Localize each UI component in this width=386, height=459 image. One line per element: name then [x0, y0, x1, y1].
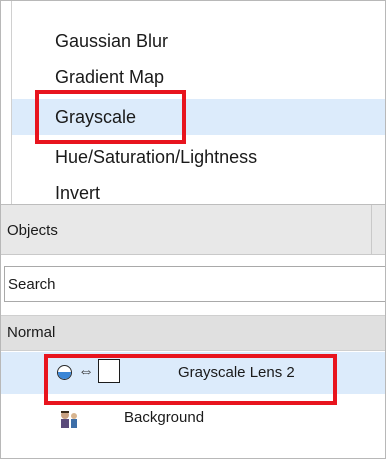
- search-input[interactable]: [4, 266, 385, 302]
- layer-name: Background: [124, 409, 205, 426]
- filter-item-hue-saturation-lightness[interactable]: Hue/Saturation/Lightness: [12, 139, 385, 175]
- app-window: Gaussian Blur Gradient Map Grayscale Hue…: [0, 0, 386, 459]
- objects-panel-header[interactable]: Objects: [1, 204, 385, 256]
- blend-mode-bar[interactable]: Normal: [1, 315, 385, 351]
- layer-row-grayscale-lens[interactable]: ⇔ Grayscale Lens 2: [1, 352, 385, 394]
- layer-row-background[interactable]: Background: [1, 398, 385, 440]
- filter-item-gradient-map[interactable]: Gradient Map: [12, 59, 385, 95]
- image-thumbnail: [58, 408, 80, 430]
- visibility-icon[interactable]: [57, 365, 72, 380]
- list-gutter: [1, 1, 12, 206]
- link-icon[interactable]: ⇔: [77, 362, 95, 382]
- header-divider: [371, 205, 372, 256]
- blend-mode-label: Normal: [7, 324, 56, 341]
- mask-thumbnail: [98, 359, 120, 383]
- search-area: [1, 255, 385, 315]
- filter-list: Gaussian Blur Gradient Map Grayscale Hue…: [1, 1, 385, 206]
- layer-name: Grayscale Lens 2: [178, 364, 295, 381]
- objects-panel-title: Objects: [7, 222, 58, 239]
- filter-item-gaussian-blur[interactable]: Gaussian Blur: [12, 23, 385, 59]
- filter-item-grayscale[interactable]: Grayscale: [12, 99, 385, 135]
